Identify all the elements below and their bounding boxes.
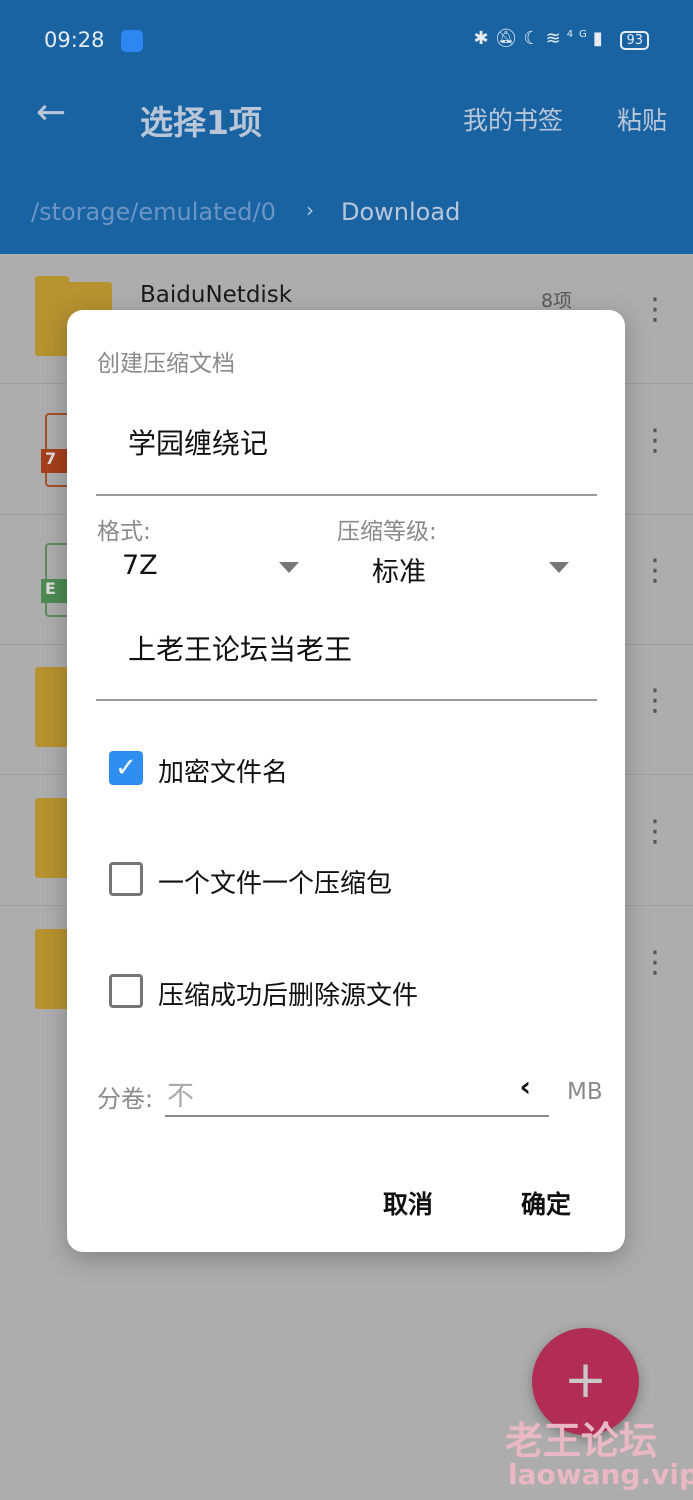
ok-button[interactable]: 确定 xyxy=(521,1185,571,1221)
format-value: 7Z xyxy=(122,550,158,581)
more-options-icon[interactable]: ⋮ xyxy=(640,948,670,978)
password-input[interactable]: 上老王论坛当老王 xyxy=(96,628,597,701)
status-time: 09:28 xyxy=(44,28,105,52)
status-icons: ✱🔕︎☾≋4G▮ 93 xyxy=(473,28,649,50)
delete-source-checkbox[interactable] xyxy=(109,974,143,1008)
bookmarks-button[interactable]: 我的书签 xyxy=(463,101,563,137)
paste-button[interactable]: 粘贴 xyxy=(617,101,667,137)
bluetooth-icon: ✱ xyxy=(473,28,495,49)
battery-icon: 93 xyxy=(620,31,649,50)
split-input[interactable]: 不 ‹ xyxy=(165,1070,549,1117)
dialog-title: 创建压缩文档 xyxy=(97,351,235,377)
watermark-text: 老王论坛 xyxy=(505,1419,658,1463)
signal-4g-icon: 4G▮ xyxy=(566,28,609,49)
wifi-icon: ≋ xyxy=(545,28,567,49)
back-arrow-icon[interactable]: ← xyxy=(36,92,66,133)
page-title: 选择1项 xyxy=(140,103,262,142)
split-dropdown-icon[interactable]: ‹ xyxy=(519,1070,531,1103)
item-count: 8项 xyxy=(541,290,573,312)
vibrate-icon: 🔕︎ xyxy=(494,28,524,49)
more-options-icon[interactable]: ⋮ xyxy=(640,556,670,586)
one-archive-per-file-label[interactable]: 一个文件一个压缩包 xyxy=(158,863,392,900)
delete-source-label[interactable]: 压缩成功后删除源文件 xyxy=(158,975,418,1012)
one-archive-per-file-checkbox[interactable] xyxy=(109,862,143,896)
split-label: 分卷: xyxy=(97,1085,154,1113)
level-value: 标准 xyxy=(372,557,426,588)
encrypt-filenames-label[interactable]: 加密文件名 xyxy=(158,752,288,789)
filename-input[interactable]: 学园缠绕记 xyxy=(96,422,597,496)
app-bar: 09:28 ✱🔕︎☾≋4G▮ 93 ← 选择1项 我的书签 粘贴 /storag… xyxy=(0,0,693,254)
breadcrumb-chevron-icon: › xyxy=(306,198,314,222)
encrypt-filenames-checkbox[interactable]: ✓ xyxy=(109,751,143,785)
format-label: 格式: xyxy=(97,519,151,545)
level-label: 压缩等级: xyxy=(337,519,437,545)
breadcrumb-current[interactable]: Download xyxy=(341,198,460,226)
more-options-icon[interactable]: ⋮ xyxy=(640,426,670,456)
breadcrumb-root[interactable]: /storage/emulated/0 xyxy=(31,198,276,226)
more-options-icon[interactable]: ⋮ xyxy=(640,817,670,847)
dropdown-arrow-icon xyxy=(279,562,299,573)
split-placeholder: 不 xyxy=(167,1081,194,1112)
watermark-url: laowang.vip xyxy=(508,1458,693,1491)
cancel-button[interactable]: 取消 xyxy=(383,1185,433,1221)
dropdown-arrow-icon xyxy=(549,562,569,573)
more-options-icon[interactable]: ⋮ xyxy=(640,686,670,716)
split-unit: MB xyxy=(567,1079,603,1105)
file-name: BaiduNetdisk xyxy=(140,282,293,308)
android-notification-icon xyxy=(121,30,143,52)
create-archive-dialog: 创建压缩文档 学园缠绕记 格式: 压缩等级: 7Z 标准 上老王论坛当老王 ✓ … xyxy=(67,310,625,1252)
more-options-icon[interactable]: ⋮ xyxy=(640,295,670,325)
moon-icon: ☾ xyxy=(523,28,546,49)
